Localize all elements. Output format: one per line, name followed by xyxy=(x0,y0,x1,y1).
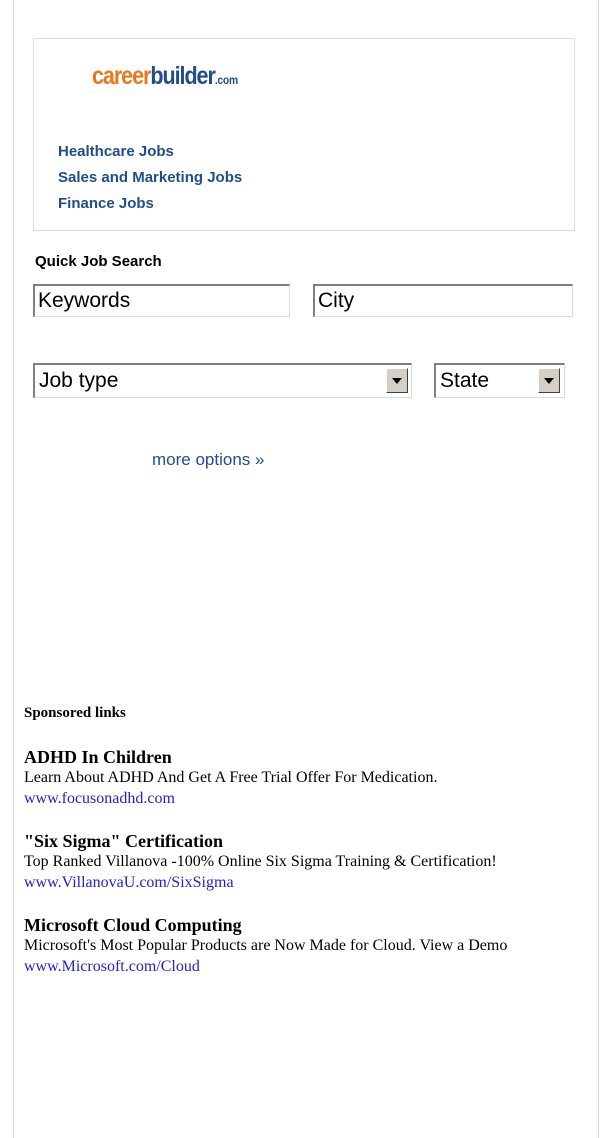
keywords-input[interactable]: Keywords xyxy=(33,284,290,317)
logo-text-suffix: .com xyxy=(214,73,238,87)
ad-description: Top Ranked Villanova -100% Online Six Si… xyxy=(24,853,497,870)
ad-item: Microsoft Cloud Computing Microsoft's Mo… xyxy=(24,915,584,977)
job-type-select[interactable]: Job type xyxy=(33,363,412,398)
ad-item: "Six Sigma" Certification Top Ranked Vil… xyxy=(24,831,584,893)
ad-description: Learn About ADHD And Get A Free Trial Of… xyxy=(24,769,438,786)
job-type-dropdown-button[interactable] xyxy=(386,368,408,393)
more-options-link[interactable]: more options » xyxy=(152,450,264,470)
ad-url-link[interactable]: www.focusonadhd.com xyxy=(24,788,584,809)
job-category-links: Healthcare Jobs Sales and Marketing Jobs… xyxy=(58,139,242,217)
link-healthcare-jobs[interactable]: Healthcare Jobs xyxy=(58,139,242,165)
ad-item: ADHD In Children Learn About ADHD And Ge… xyxy=(24,747,584,809)
ad-title[interactable]: ADHD In Children xyxy=(24,747,584,767)
ad-url-link[interactable]: www.Microsoft.com/Cloud xyxy=(24,956,584,977)
ad-title[interactable]: Microsoft Cloud Computing xyxy=(24,915,584,935)
page-left-border xyxy=(13,0,14,1138)
careerbuilder-logo[interactable]: careerbuilder.com xyxy=(92,61,238,95)
state-dropdown-button[interactable] xyxy=(538,368,560,393)
link-finance-jobs[interactable]: Finance Jobs xyxy=(58,191,242,217)
ad-url-link[interactable]: www.VillanovaU.com/SixSigma xyxy=(24,872,584,893)
quick-job-search-title: Quick Job Search xyxy=(35,253,162,270)
ad-title[interactable]: "Six Sigma" Certification xyxy=(24,831,584,851)
chevron-down-icon xyxy=(392,378,402,384)
logo-text-builder: builder xyxy=(150,62,215,90)
page-right-border xyxy=(598,0,599,1138)
city-input[interactable]: City xyxy=(313,284,573,317)
sponsored-links-title: Sponsored links xyxy=(24,705,126,721)
state-selected-value: State xyxy=(440,369,490,392)
logo-text-career: career xyxy=(92,62,151,90)
job-type-selected-value: Job type xyxy=(39,369,119,392)
state-select[interactable]: State xyxy=(434,363,565,398)
link-sales-marketing-jobs[interactable]: Sales and Marketing Jobs xyxy=(58,165,242,191)
ad-description: Microsoft's Most Popular Products are No… xyxy=(24,937,508,954)
careerbuilder-widget: careerbuilder.com Healthcare Jobs Sales … xyxy=(33,38,575,231)
chevron-down-icon xyxy=(544,378,554,384)
sponsored-links-section: Sponsored links ADHD In Children Learn A… xyxy=(24,704,584,999)
